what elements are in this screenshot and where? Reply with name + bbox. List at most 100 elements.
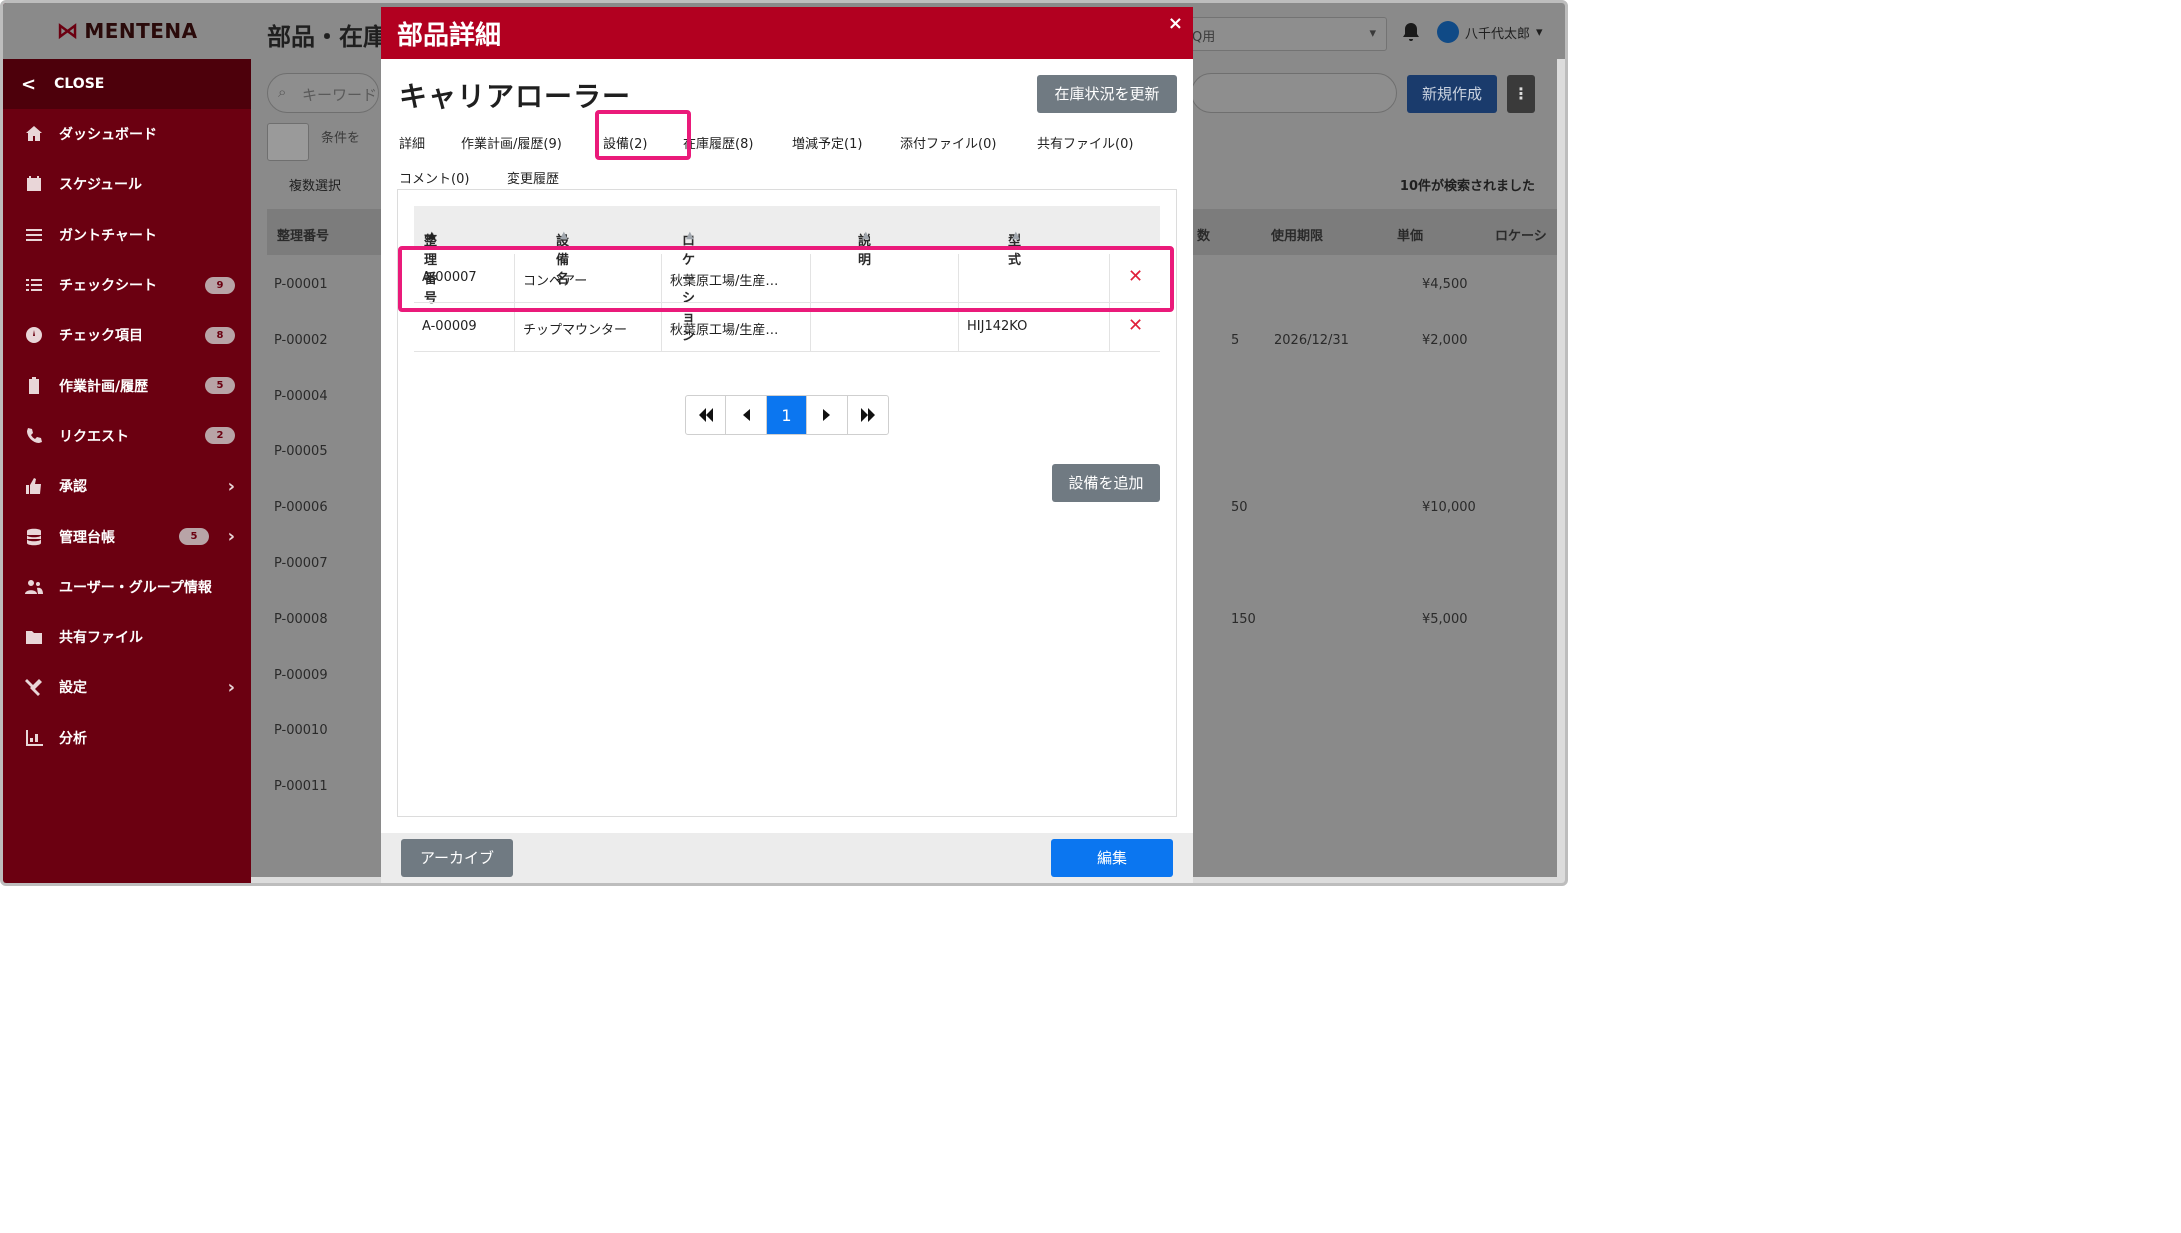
page-title: 部品・在庫: [267, 23, 387, 51]
multi-select-checkbox[interactable]: 複数選択: [289, 175, 341, 194]
prev-page-button[interactable]: [726, 396, 767, 434]
logo-mark-icon: ⋈: [56, 18, 79, 44]
search-icon: ⌕: [278, 83, 287, 101]
chevron-right-icon: ›: [227, 475, 235, 497]
sidebar-item-11[interactable]: 設定 ›: [3, 662, 251, 712]
search-placeholder: キーワード: [302, 86, 378, 104]
close-icon[interactable]: ×: [1168, 13, 1183, 34]
sidebar-item-2[interactable]: ガントチャート: [3, 210, 251, 260]
sidebar-item-9[interactable]: ユーザー・グループ情報: [3, 562, 251, 612]
thumbs-up-icon: [23, 475, 45, 497]
user-name: 八千代太郎: [1465, 26, 1531, 42]
tab-5[interactable]: 添付ファイル(0): [900, 133, 996, 152]
row-price: ¥10,000: [1422, 500, 1476, 516]
modal-header: 部品詳細 ×: [381, 7, 1193, 59]
row-price: ¥2,000: [1422, 332, 1468, 348]
count-badge: 2: [205, 427, 235, 445]
sidebar-close-button[interactable]: < CLOSE: [3, 59, 251, 109]
add-equipment-button[interactable]: 設備を追加: [1052, 464, 1160, 502]
count-badge: 5: [205, 377, 235, 395]
sidebar-item-5[interactable]: 作業計画/履歴 5: [3, 360, 251, 410]
users-icon: [23, 576, 45, 598]
count-badge: 5: [179, 528, 209, 546]
archive-button[interactable]: アーカイブ: [401, 839, 513, 877]
header-id: 整理番号: [277, 229, 330, 244]
tab-8[interactable]: 変更履歴: [507, 168, 559, 187]
avatar: [1437, 21, 1459, 43]
home-icon: [23, 123, 45, 145]
background-search-input-right[interactable]: [1191, 73, 1397, 113]
caret-down-icon: ▾: [1536, 24, 1543, 40]
row-id: P-00008: [274, 611, 328, 627]
sidebar-item-4[interactable]: チェック項目 8: [3, 310, 251, 360]
row-stock: 5: [1231, 332, 1240, 348]
app-window: ⋈ MENTENA < CLOSE ダッシュボード スケジュール ガントチャート チェ…: [0, 0, 1568, 886]
sidebar-item-12[interactable]: 分析: [3, 713, 251, 763]
update-stock-button[interactable]: 在庫状況を更新: [1037, 75, 1177, 113]
edit-button[interactable]: 編集: [1051, 839, 1173, 877]
chevron-right-icon: ›: [227, 676, 235, 698]
tab-0[interactable]: 詳細: [399, 133, 425, 152]
double-chevron-right-icon: [860, 408, 875, 422]
sidebar-item-8[interactable]: 管理台帳 5 ›: [3, 511, 251, 561]
sidebar-item-0[interactable]: ダッシュボード: [3, 109, 251, 159]
modal-title: 部品詳細: [397, 20, 502, 51]
tab-4[interactable]: 増減予定(1): [792, 133, 862, 152]
tab-6[interactable]: 共有ファイル(0): [1037, 133, 1133, 152]
sidebar-item-label: チェックシート: [59, 278, 157, 295]
gauge-icon: [23, 324, 45, 346]
first-page-button[interactable]: [686, 396, 727, 434]
sort-icon: ▲: [686, 230, 694, 241]
pagination: 1: [685, 395, 889, 435]
vertical-scrollbar[interactable]: [1557, 59, 1565, 879]
chevron-left-icon: <: [21, 73, 37, 95]
double-chevron-left-icon: [698, 408, 713, 422]
chart-icon: [23, 727, 45, 749]
next-page-button[interactable]: [807, 396, 848, 434]
sidebar-item-6[interactable]: リクエスト 2: [3, 411, 251, 461]
sidebar-item-label: ユーザー・グループ情報: [59, 579, 212, 596]
new-button[interactable]: 新規作成: [1407, 75, 1497, 113]
page-1-button[interactable]: 1: [766, 396, 808, 434]
folder-icon: [23, 626, 45, 648]
tab-7[interactable]: コメント(0): [399, 168, 469, 187]
sidebar-item-7[interactable]: 承認 ›: [3, 461, 251, 511]
row-price: ¥4,500: [1422, 277, 1468, 292]
count-badge: 9: [205, 276, 235, 294]
last-page-button[interactable]: [848, 396, 888, 434]
logo-text: MENTENA: [84, 19, 198, 43]
bell-icon[interactable]: [1401, 21, 1421, 47]
sidebar-item-label: 承認: [59, 479, 87, 496]
calendar-icon: [23, 173, 45, 195]
delete-icon[interactable]: ✕: [1128, 315, 1143, 336]
user-menu[interactable]: 八千代太郎 ▾: [1437, 21, 1543, 43]
row-id: P-00004: [274, 388, 328, 404]
sidebar-item-label: リクエスト: [59, 428, 129, 445]
filter-button[interactable]: [267, 123, 309, 161]
checklist-icon: [23, 274, 45, 296]
sidebar-item-label: 管理台帳: [59, 529, 115, 546]
kebab-menu-icon[interactable]: ⋮: [1507, 75, 1535, 113]
topbar-select-value: Q用: [1192, 30, 1216, 45]
database-icon: [23, 526, 45, 548]
caret-right-icon: [822, 409, 830, 421]
sidebar-item-3[interactable]: チェックシート 9: [3, 260, 251, 310]
row-expiry: 2026/12/31: [1274, 332, 1349, 348]
equipment-table-header: 整理番号 ▲ 設備名 ▲ ロケーション ▲ 説明 ▲ 型式 ▲: [414, 206, 1160, 344]
count-badge: 8: [205, 326, 235, 344]
sidebar-item-1[interactable]: スケジュール: [3, 159, 251, 209]
row-stock: 50: [1231, 500, 1248, 516]
row-price: ¥5,000: [1422, 611, 1468, 627]
sidebar-item-10[interactable]: 共有ファイル: [3, 612, 251, 662]
sort-icon: ▲: [1012, 230, 1020, 241]
row-id: P-00011: [274, 779, 328, 795]
background-search-input[interactable]: ⌕ キーワード: [267, 73, 379, 113]
tools-icon: [23, 676, 45, 698]
sort-icon: ▲: [560, 230, 568, 241]
sidebar: ⋈ MENTENA < CLOSE ダッシュボード スケジュール ガントチャート チェ…: [3, 3, 251, 883]
tab-1[interactable]: 作業計画/履歴(9): [461, 133, 562, 152]
equipment-panel: 整理番号 ▲ 設備名 ▲ ロケーション ▲ 説明 ▲ 型式 ▲ A-00007 コンベアー秋…: [397, 189, 1177, 817]
row-id: P-00001: [274, 277, 328, 292]
tab-3[interactable]: 在庫履歴(8): [683, 133, 753, 152]
topbar-select[interactable]: Q用 ▾: [1181, 17, 1387, 51]
